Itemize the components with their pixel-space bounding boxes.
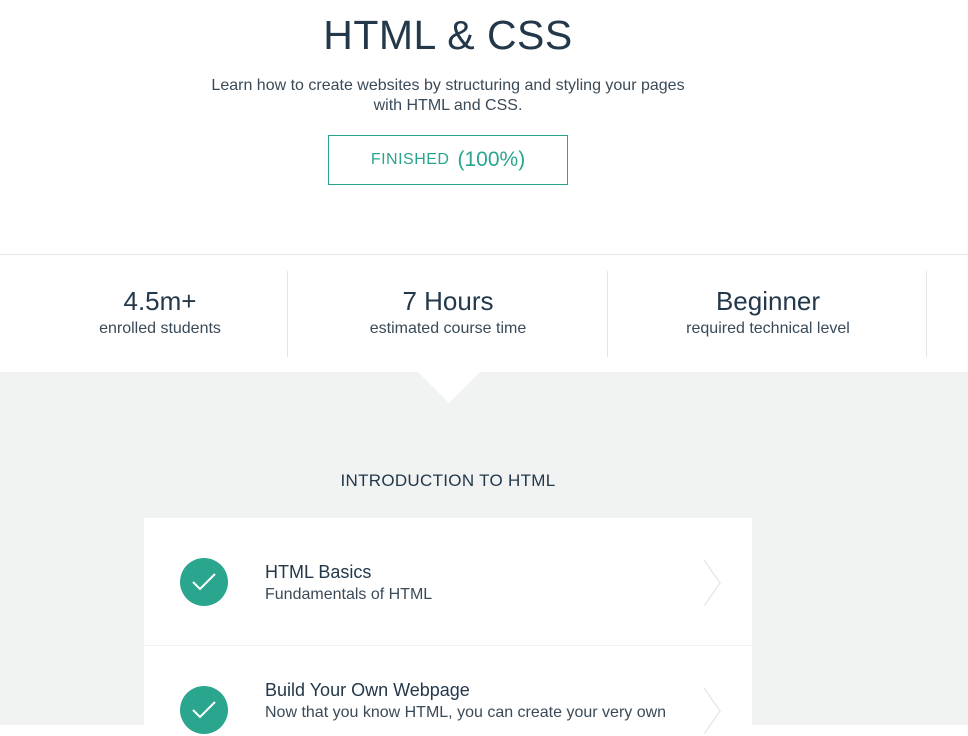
- stat-enrolled: 4.5m+ enrolled students: [0, 271, 320, 357]
- course-header: HTML & CSS Learn how to create websites …: [0, 0, 968, 254]
- stat-caption: estimated course time: [369, 320, 527, 337]
- status-label: FINISHED: [370, 151, 450, 168]
- lesson-subtitle: Fundamentals of HTML: [265, 586, 433, 603]
- check-icon-glyph: [192, 701, 216, 719]
- pointer-notch: [418, 372, 480, 403]
- status-percent: (100%): [457, 148, 526, 171]
- stat-value: Beginner: [715, 286, 821, 316]
- check-icon: [180, 686, 228, 734]
- check-icon-glyph: [192, 573, 216, 591]
- stat-technical-level: Beginner required technical level: [608, 271, 928, 357]
- chevron-right-icon: [703, 559, 721, 607]
- lesson-subtitle: Now that you know HTML, you can create y…: [265, 704, 667, 721]
- stat-divider: [926, 271, 927, 357]
- lesson-card[interactable]: Build Your Own Webpage Now that you know…: [144, 646, 752, 736]
- stat-course-time: 7 Hours estimated course time: [288, 271, 608, 357]
- section-title: INTRODUCTION TO HTML: [340, 471, 556, 490]
- stat-value: 4.5m+: [123, 286, 197, 316]
- stat-value: 7 Hours: [402, 286, 494, 316]
- course-status-button[interactable]: FINISHED (100%): [328, 135, 568, 185]
- chevron-right-icon: [703, 687, 721, 735]
- lesson-card[interactable]: HTML Basics Fundamentals of HTML: [144, 518, 752, 645]
- stat-caption: enrolled students: [99, 320, 221, 337]
- course-title: HTML & CSS: [323, 12, 573, 58]
- syllabus-section: INTRODUCTION TO HTML HTML Basics Fundame…: [0, 372, 968, 736]
- stat-caption: required technical level: [686, 320, 850, 337]
- lesson-title: Build Your Own Webpage: [265, 680, 470, 700]
- course-stats: 4.5m+ enrolled students 7 Hours estimate…: [0, 254, 968, 373]
- lesson-title: HTML Basics: [265, 562, 372, 582]
- check-icon: [180, 558, 228, 606]
- course-description: Learn how to create websites by structur…: [211, 77, 685, 114]
